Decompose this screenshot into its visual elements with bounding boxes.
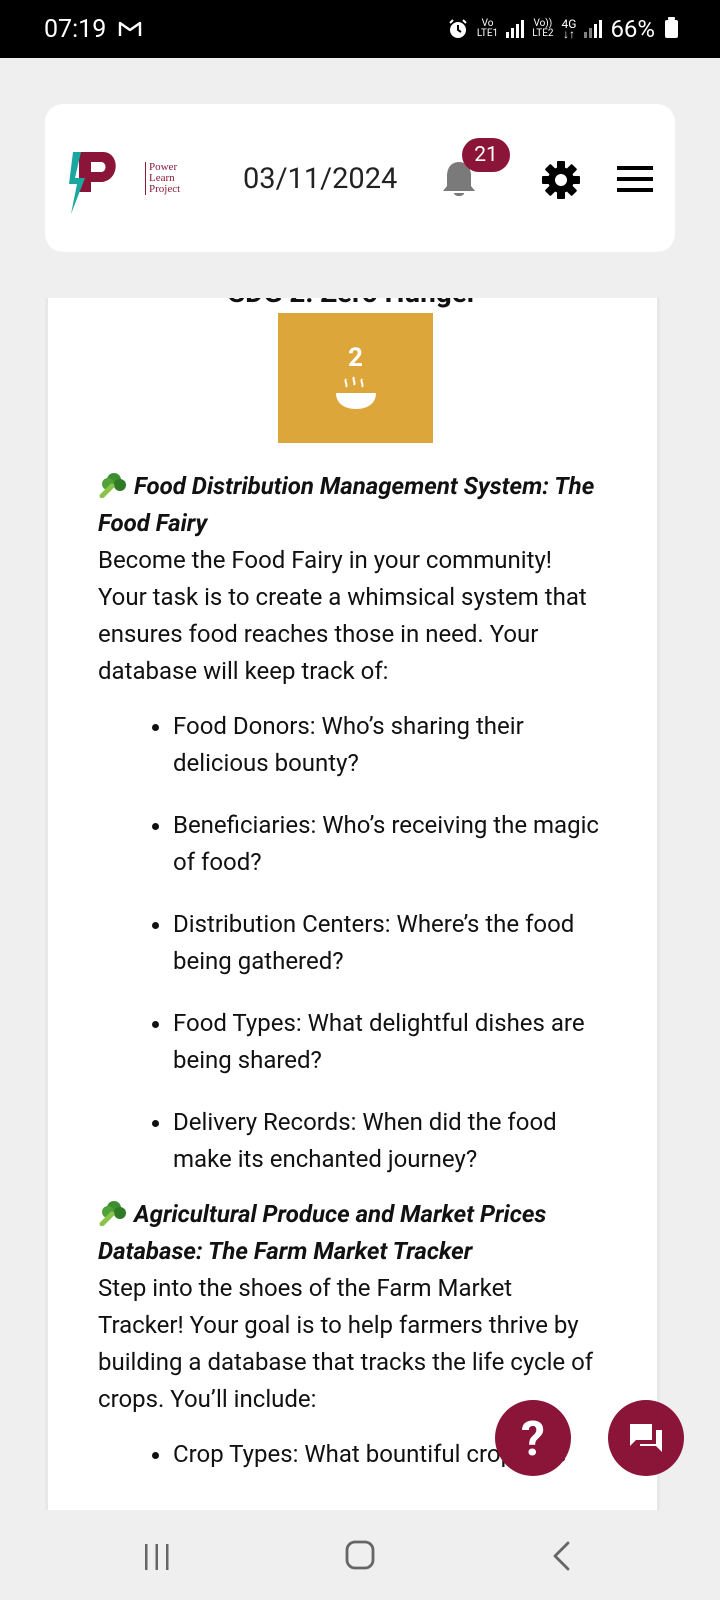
clock: 07:19 (44, 14, 107, 44)
content-card: SDG 2: Zero Hunger 2 Food Distribution M… (45, 298, 660, 1510)
chat-button[interactable] (608, 1400, 684, 1476)
gmail-icon (119, 21, 142, 36)
notification-count-badge[interactable]: 21 (462, 138, 510, 172)
list-item: Beneficiaries: Who’s receiving the magic… (173, 807, 603, 881)
list-item: Delivery Records: When did the food make… (173, 1104, 603, 1178)
system-nav-bar (0, 1510, 720, 1600)
home-icon (345, 1540, 375, 1570)
hamburger-menu-icon (617, 166, 653, 192)
logo-mark (69, 152, 116, 214)
status-bar: 07:19 Vo LTE1 Vo)) LTE2 4G ↓↑ 66% (0, 0, 720, 58)
sdg-heading: SDG 2: Zero Hunger (48, 298, 657, 309)
section-body: Become the Food Fairy in your community!… (98, 546, 587, 685)
home-button[interactable] (344, 1539, 376, 1575)
broccoli-icon (99, 1201, 126, 1226)
section-body: Step into the shoes of the Farm Market T… (98, 1274, 594, 1413)
alarm-icon (449, 19, 467, 38)
logo-text: Power Learn Project (145, 162, 180, 195)
sim2-label: Vo)) LTE2 (532, 18, 554, 39)
back-icon (553, 1541, 570, 1571)
section-title: Food Distribution Management System: The… (98, 472, 595, 537)
signal2-icon (584, 20, 603, 38)
power-learn-project-logo[interactable]: Power Learn Project (67, 148, 180, 218)
list-item: Distribution Centers: Where’s the food b… (173, 906, 603, 980)
menu-button[interactable] (617, 164, 653, 198)
signal1-icon (506, 20, 525, 38)
current-date: 03/11/2024 (243, 162, 398, 196)
list-item: Food Donors: Who’s sharing their delicio… (173, 708, 603, 782)
help-button[interactable]: ? (495, 1400, 571, 1476)
recent-apps-icon (145, 1544, 169, 1570)
soup-bowl-icon (335, 376, 376, 409)
network-type: 4G ↓↑ (561, 17, 577, 41)
back-button[interactable] (550, 1540, 574, 1576)
section-list: Food Donors: Who’s sharing their delicio… (98, 708, 603, 1178)
app-header: Power Learn Project 03/11/2024 21 (45, 104, 675, 252)
recent-apps-button[interactable] (142, 1542, 172, 1576)
broccoli-icon (99, 473, 126, 498)
battery-icon (665, 17, 678, 38)
battery-percent: 66% (610, 15, 655, 43)
sdg-number: 2 (348, 343, 363, 373)
list-item: Food Types: What delightful dishes are b… (173, 1005, 603, 1079)
gear-icon (542, 161, 580, 199)
chat-icon (630, 1424, 662, 1452)
article: Food Distribution Management System: The… (98, 468, 603, 1491)
settings-button[interactable] (541, 160, 581, 204)
section-title: Agricultural Produce and Market Prices D… (98, 1200, 547, 1265)
sdg-2-tile: 2 (278, 313, 433, 443)
sim1-label: Vo LTE1 (476, 18, 499, 39)
